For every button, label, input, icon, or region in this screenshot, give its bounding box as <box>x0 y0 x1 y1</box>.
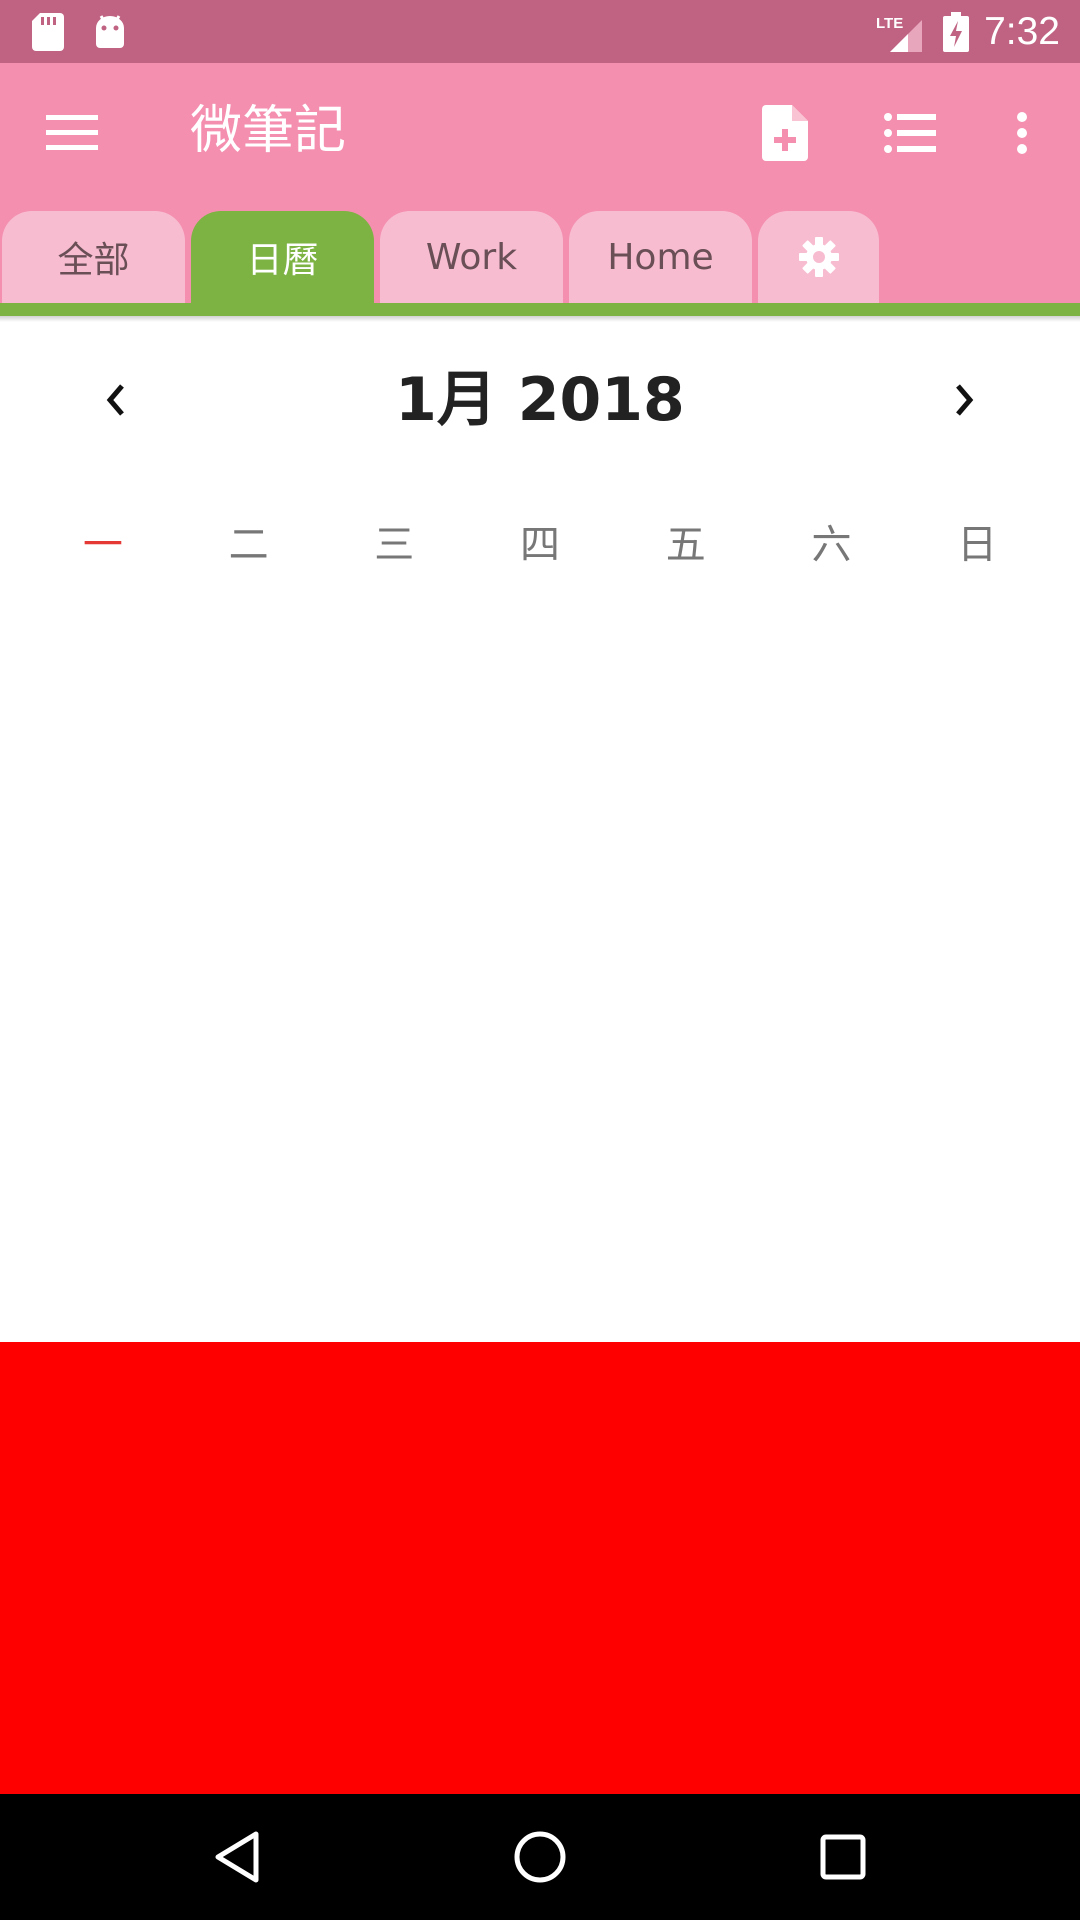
navigation-bar <box>0 1794 1080 1920</box>
tab-calendar[interactable]: 日曆 <box>191 211 374 303</box>
tab-bar: 全部 日曆 Work Home <box>0 211 1080 303</box>
next-month-button[interactable] <box>924 360 1004 440</box>
month-title: 1月 2018 <box>395 365 685 435</box>
chevron-left-icon <box>106 384 124 416</box>
tab-settings[interactable] <box>758 211 879 303</box>
new-note-icon <box>762 105 808 161</box>
tab-home[interactable]: Home <box>569 211 752 303</box>
menu-icon <box>46 115 98 150</box>
battery-charging-icon <box>938 0 974 63</box>
status-bar: LTE 7:32 <box>0 0 1080 63</box>
more-vert-icon <box>1017 112 1027 154</box>
settings-icon <box>798 237 839 277</box>
home-button[interactable] <box>495 1812 585 1902</box>
tab-label: Work <box>425 236 518 278</box>
list-view-icon <box>884 113 936 153</box>
weekday-label: 一 <box>82 522 123 568</box>
network-type-label: LTE <box>876 15 903 32</box>
tab-indicator-bar <box>0 303 1080 316</box>
tab-label: Home <box>607 236 714 278</box>
signal-icon: LTE <box>872 0 924 63</box>
tab-all[interactable]: 全部 <box>2 211 185 303</box>
weekday-label: 日 <box>957 522 998 568</box>
menu-button[interactable] <box>32 98 112 168</box>
weekday-label: 六 <box>811 522 852 568</box>
sd-card-icon <box>28 0 68 63</box>
weekday-label: 四 <box>520 522 561 568</box>
previous-month-button[interactable] <box>76 360 156 440</box>
back-button[interactable] <box>192 1812 282 1902</box>
tab-label: 日曆 <box>246 240 319 281</box>
recents-button[interactable] <box>798 1812 888 1902</box>
back-icon <box>215 1831 259 1883</box>
recents-icon <box>820 1834 866 1880</box>
new-note-button[interactable] <box>745 98 825 168</box>
more-options-button[interactable] <box>982 98 1062 168</box>
android-icon <box>90 0 130 63</box>
weekday-label: 二 <box>228 522 269 568</box>
clock: 7:32 <box>984 10 1060 53</box>
tab-label: 全部 <box>57 240 130 281</box>
tab-work[interactable]: Work <box>380 211 563 303</box>
app-title: 微筆記 <box>190 101 347 161</box>
home-icon <box>514 1831 566 1883</box>
chevron-right-icon <box>956 384 974 416</box>
ad-banner[interactable] <box>0 1342 1080 1794</box>
list-view-button[interactable] <box>870 98 950 168</box>
app-bar-shadow <box>0 316 1080 322</box>
weekday-header: 一 二 三 四 五 六 日 <box>30 510 1050 580</box>
weekday-label: 三 <box>374 522 415 568</box>
weekday-label: 五 <box>665 522 706 568</box>
